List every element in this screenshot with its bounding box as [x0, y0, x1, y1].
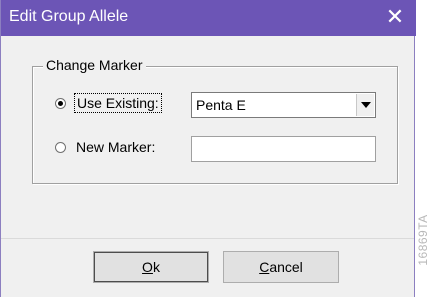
- groupbox-legend: Change Marker: [43, 57, 146, 73]
- figure-code-watermark: 16869TA: [416, 214, 430, 266]
- ok-button[interactable]: Ok: [93, 251, 209, 283]
- change-marker-groupbox: [32, 66, 398, 184]
- new-marker-label[interactable]: New Marker:: [76, 139, 155, 155]
- use-existing-radio-row[interactable]: Use Existing:: [55, 93, 162, 113]
- new-marker-radio-row[interactable]: New Marker:: [55, 139, 155, 155]
- edit-group-allele-dialog: Edit Group Allele ✕ Change Marker Use Ex…: [0, 0, 416, 297]
- use-existing-label[interactable]: Use Existing:: [74, 93, 162, 113]
- title-bar[interactable]: Edit Group Allele ✕: [1, 0, 416, 36]
- chevron-down-icon[interactable]: [356, 94, 374, 116]
- close-icon[interactable]: ✕: [380, 2, 410, 32]
- marker-combobox-value: Penta E: [196, 97, 246, 113]
- new-marker-field[interactable]: [191, 136, 376, 162]
- window-title: Edit Group Allele: [9, 8, 129, 25]
- use-existing-radio[interactable]: [55, 97, 66, 109]
- cancel-button[interactable]: Cancel: [223, 251, 339, 283]
- new-marker-radio[interactable]: [55, 141, 66, 153]
- marker-combobox[interactable]: Penta E: [191, 92, 376, 118]
